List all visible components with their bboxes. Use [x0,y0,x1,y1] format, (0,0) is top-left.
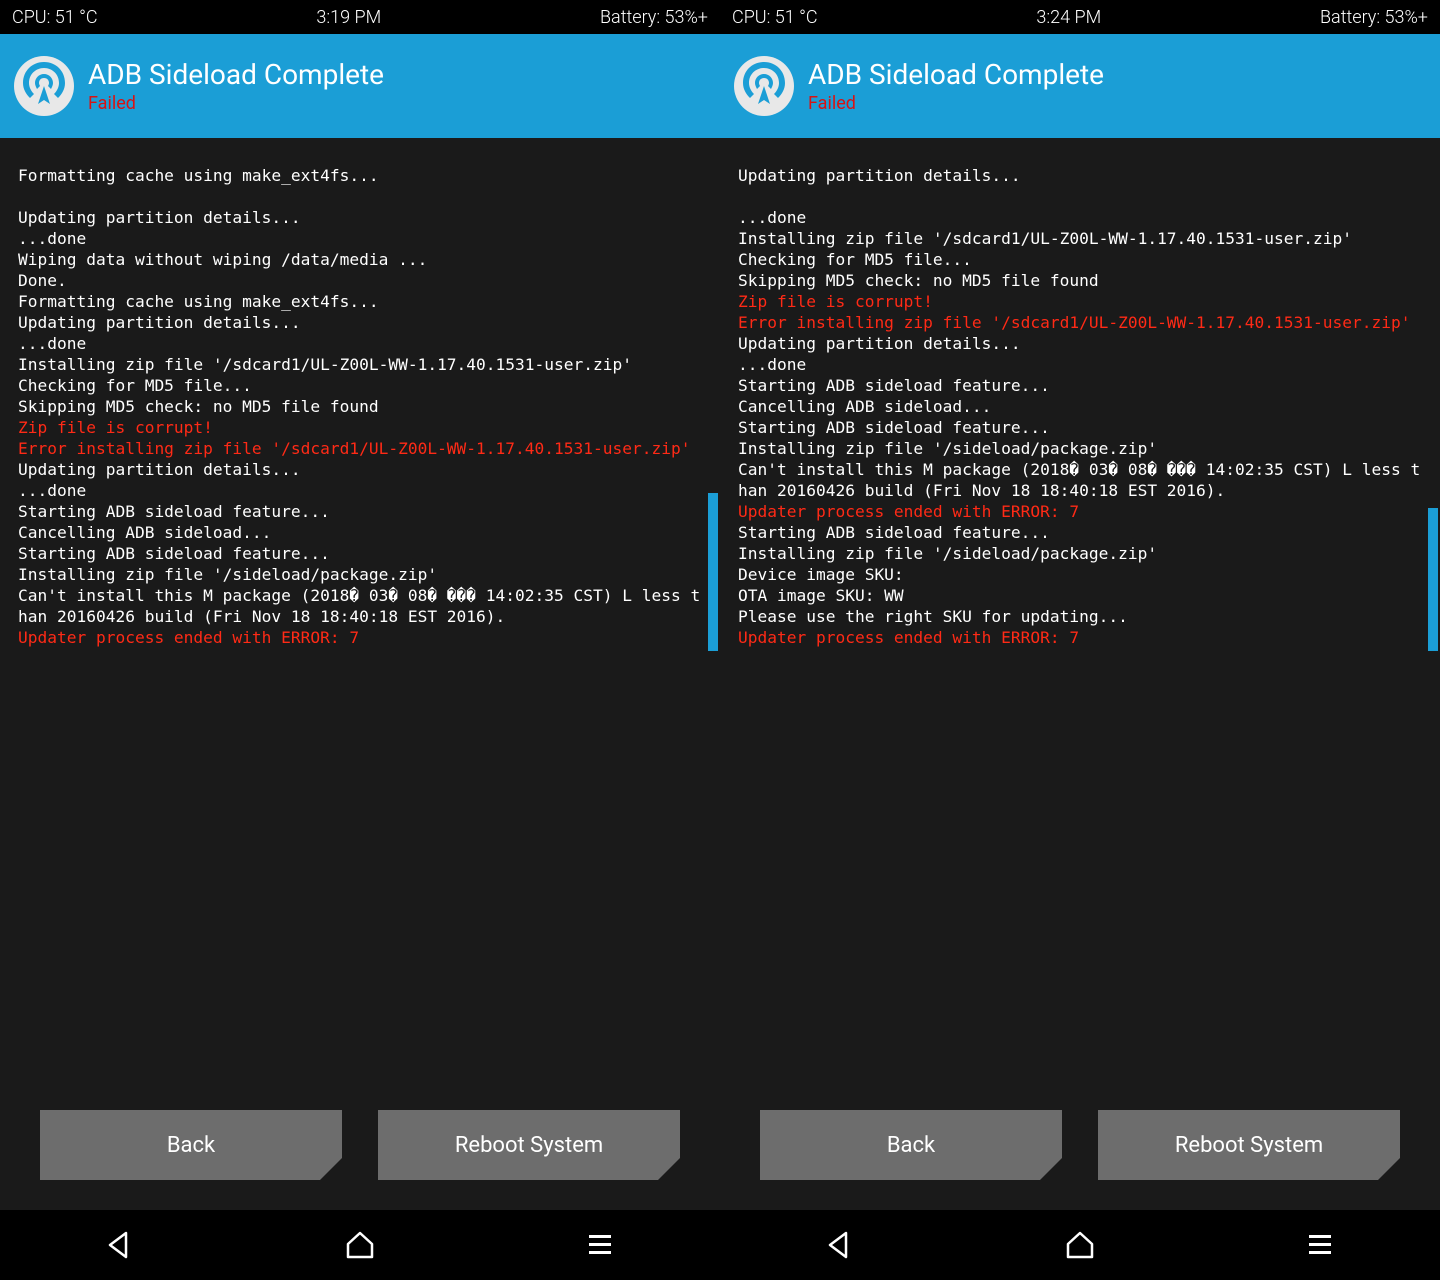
log-line: Device image SKU: [738,565,904,584]
status-bar: CPU: 51 °C 3:19 PM Battery: 53%+ [0,0,720,34]
log-line: Wiping data without wiping /data/media .… [18,250,427,269]
log-line: Installing zip file '/sideload/package.z… [738,544,1157,563]
reboot-system-button[interactable]: Reboot System [378,1110,680,1180]
status-battery: Battery: 53%+ [1320,7,1428,28]
log-line: Updating partition details... [18,460,301,479]
recovery-screen: CPU: 51 °C 3:24 PM Battery: 53%+ ADB Sidelo… [720,0,1440,1210]
log-line: Can't install this M package (2018� 03� … [738,460,1420,500]
log-line: Error installing zip file '/sdcard1/UL-Z… [18,439,690,458]
log-line: Updating partition details... [18,208,301,227]
log-line: Starting ADB sideload feature... [738,376,1050,395]
log-line: Installing zip file '/sdcard1/UL-Z00L-WW… [18,355,632,374]
log-line: OTA image SKU: WW [738,586,904,605]
reboot-system-button[interactable]: Reboot System [1098,1110,1400,1180]
log-output[interactable]: Formatting cache using make_ext4fs... Up… [0,138,720,651]
log-line: ...done [738,208,806,227]
nav-menu-icon[interactable] [584,1229,616,1261]
log-line: ...done [18,229,86,248]
status-bar: CPU: 51 °C 3:24 PM Battery: 53%+ [720,0,1440,34]
recovery-screen: CPU: 51 °C 3:19 PM Battery: 53%+ ADB Sidelo… [0,0,720,1210]
status-cpu: CPU: 51 °C [12,7,98,28]
title-bar: ADB Sideload CompleteFailed [0,34,720,138]
log-line: Cancelling ADB sideload... [738,397,991,416]
log-line: Formatting cache using make_ext4fs... [18,292,379,311]
log-line: Starting ADB sideload feature... [738,523,1050,542]
log-line: Done. [18,271,67,290]
status-time: 3:19 PM [316,7,381,28]
log-line: Skipping MD5 check: no MD5 file found [738,271,1099,290]
log-line: ...done [18,481,86,500]
log-line: Installing zip file '/sideload/package.z… [18,565,437,584]
log-output[interactable]: Updating partition details... ...done In… [720,138,1440,651]
log-line: Cancelling ADB sideload... [18,523,271,542]
twrp-logo-icon [14,56,74,116]
log-line: Checking for MD5 file... [738,250,972,269]
log-line: ...done [738,355,806,374]
page-title: ADB Sideload Complete [808,58,1104,91]
scroll-indicator[interactable] [1428,508,1438,651]
log-line: Please use the right SKU for updating... [738,607,1128,626]
log-line: Installing zip file '/sdcard1/UL-Z00L-WW… [738,229,1352,248]
log-line: Updating partition details... [738,334,1021,353]
nav-home-icon[interactable] [1064,1229,1096,1261]
log-line: Skipping MD5 check: no MD5 file found [18,397,379,416]
log-line: Updater process ended with ERROR: 7 [18,628,359,647]
nav-menu-icon[interactable] [1304,1229,1336,1261]
action-bar: Back Reboot System [0,1110,720,1210]
nav-home-icon[interactable] [344,1229,376,1261]
log-line: Zip file is corrupt! [738,292,933,311]
log-line: Updater process ended with ERROR: 7 [738,502,1079,521]
scroll-indicator[interactable] [708,493,718,651]
log-line: Formatting cache using make_ext4fs... [18,165,702,186]
back-button[interactable]: Back [40,1110,342,1180]
twrp-logo-icon [734,56,794,116]
log-line: Updating partition details... [738,165,1422,186]
log-line: Installing zip file '/sideload/package.z… [738,439,1157,458]
back-button[interactable]: Back [760,1110,1062,1180]
status-text: Failed [88,93,384,114]
status-cpu: CPU: 51 °C [732,7,818,28]
log-line: Checking for MD5 file... [18,376,252,395]
action-bar: Back Reboot System [720,1110,1440,1210]
title-bar: ADB Sideload CompleteFailed [720,34,1440,138]
log-line: Starting ADB sideload feature... [738,418,1050,437]
android-navbar [0,1210,1440,1280]
log-line: Updater process ended with ERROR: 7 [738,628,1079,647]
nav-back-icon[interactable] [104,1229,136,1261]
log-line: ...done [18,334,86,353]
status-time: 3:24 PM [1036,7,1101,28]
log-line: Zip file is corrupt! [18,418,213,437]
status-battery: Battery: 53%+ [600,7,708,28]
log-line: Updating partition details... [18,313,301,332]
nav-back-icon[interactable] [824,1229,856,1261]
log-line: Error installing zip file '/sdcard1/UL-Z… [738,313,1410,332]
log-line: Starting ADB sideload feature... [18,502,330,521]
log-line: Starting ADB sideload feature... [18,544,330,563]
page-title: ADB Sideload Complete [88,58,384,91]
status-text: Failed [808,93,1104,114]
log-line: Can't install this M package (2018� 03� … [18,586,700,626]
